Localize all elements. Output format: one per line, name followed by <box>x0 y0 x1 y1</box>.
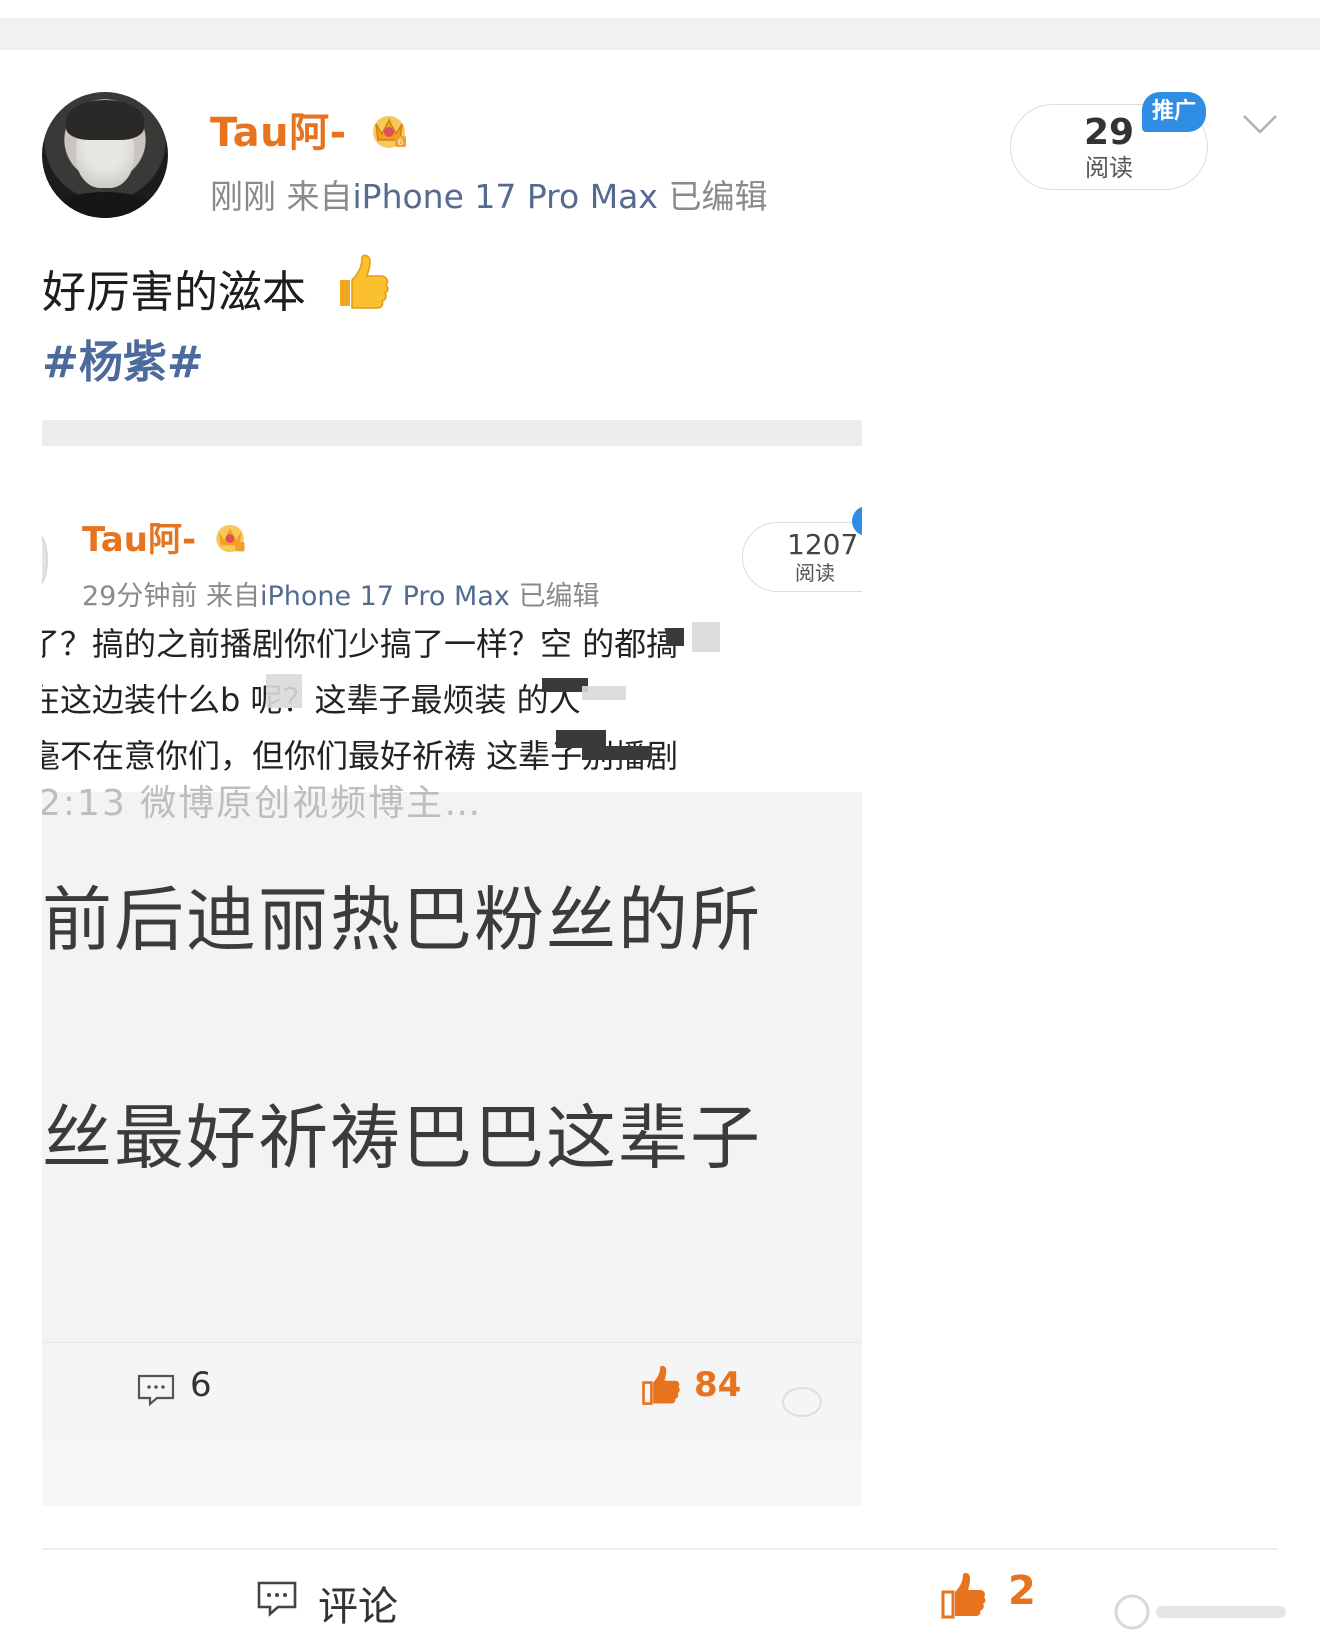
shot-line-2: 在这边装什么b 呢？这辈子最烦装 的人 <box>42 681 581 719</box>
chevron-down-icon[interactable] <box>1240 104 1280 144</box>
shot-reads-counter: 1207 阅读 <box>742 522 862 592</box>
footer-divider <box>42 1548 1278 1550</box>
reads-label: 阅读 <box>1085 154 1133 182</box>
shot-time: 29分钟前 <box>82 581 198 612</box>
shot-video-subtitle-1: 前后迪丽热巴粉丝的所 <box>42 879 762 961</box>
shot-avatar <box>42 528 48 592</box>
shot-reads-label: 阅读 <box>795 561 835 585</box>
weibo-watermark-icon <box>782 1387 822 1417</box>
shot-comment-icon <box>137 1374 175 1407</box>
shot-edited: 已编辑 <box>518 581 600 612</box>
shot-meta: 29分钟前 来自iPhone 17 Pro Max 已编辑 <box>82 574 599 613</box>
post-username[interactable]: Tau阿- <box>210 100 347 158</box>
thumbs-up-icon <box>941 1573 986 1619</box>
comment-icon <box>257 1581 297 1617</box>
avatar-hair <box>66 100 144 140</box>
shot-action-strip: 6 84 <box>42 1342 862 1438</box>
shot-text-lines: 了？搞的之前播剧你们少搞了一样？空 的都搞 在这边装什么b 呢？这辈子最烦装 的… <box>42 616 862 784</box>
shot-card: Tau阿- 29分钟前 来自iPhone 17 Pro Max 已编辑 1207… <box>42 446 862 826</box>
shot-like-count: 84 <box>694 1365 742 1405</box>
top-separator-band <box>0 0 1320 50</box>
shot-username: Tau阿- <box>82 520 197 560</box>
blur-mark <box>582 686 626 700</box>
post-time: 刚刚 <box>210 177 276 216</box>
thumbs-up-emoji-icon <box>340 254 389 309</box>
shot-action-bar: 6 84 <box>42 1342 862 1506</box>
hashtag-link[interactable]: #杨紫# <box>42 326 204 390</box>
shot-video-frame: 2:13 微博原创视频博主… 前后迪丽热巴粉丝的所 丝最好祈祷巴巴这辈子 <box>42 783 862 1342</box>
post-meta: 刚刚 来自iPhone 17 Pro Max 已编辑 <box>210 170 767 218</box>
censor-mark <box>666 628 684 646</box>
post-source-prefix: 来自 <box>286 177 353 216</box>
top-white-strip <box>0 0 1320 18</box>
like-button[interactable]: 2 <box>940 1568 1060 1628</box>
shot-top-band <box>42 420 862 446</box>
embedded-screenshot[interactable]: Tau阿- 29分钟前 来自iPhone 17 Pro Max 已编辑 1207… <box>42 420 862 1506</box>
post-text: 好厉害的滋本 <box>42 267 306 318</box>
shot-reads-count: 1207 <box>787 528 859 561</box>
comment-label: 评论 <box>318 1584 398 1630</box>
censor-mark <box>582 746 652 760</box>
promo-badge[interactable]: 推广 <box>1142 92 1206 132</box>
avatar-shirt <box>52 192 158 218</box>
crown-badge-icon[interactable]: 6 <box>368 108 410 150</box>
svg-text:6: 6 <box>398 138 404 148</box>
shot-like-icon <box>642 1365 680 1405</box>
shot-comment-count: 6 <box>190 1365 212 1405</box>
comment-button[interactable]: 评论 <box>256 1574 416 1630</box>
post-edited[interactable]: 已编辑 <box>668 177 767 216</box>
like-count: 2 <box>1008 1568 1036 1614</box>
blur-mark <box>692 622 720 652</box>
shot-device: iPhone 17 Pro Max <box>259 581 510 612</box>
shot-line-1: 了？搞的之前播剧你们少搞了一样？空 的都搞 <box>42 625 679 663</box>
weibo-watermark-icon <box>1114 1594 1286 1630</box>
post-device[interactable]: iPhone 17 Pro Max <box>353 177 658 216</box>
avatar[interactable] <box>42 92 168 218</box>
shot-crown-icon <box>216 524 245 553</box>
shot-source-prefix: 来自 <box>205 581 260 612</box>
shot-video-subtitle-2: 丝最好祈祷巴巴这辈子 <box>42 1097 762 1179</box>
shot-video-caption: 2:13 微博原创视频博主… <box>42 783 483 824</box>
blur-mark <box>266 674 302 708</box>
